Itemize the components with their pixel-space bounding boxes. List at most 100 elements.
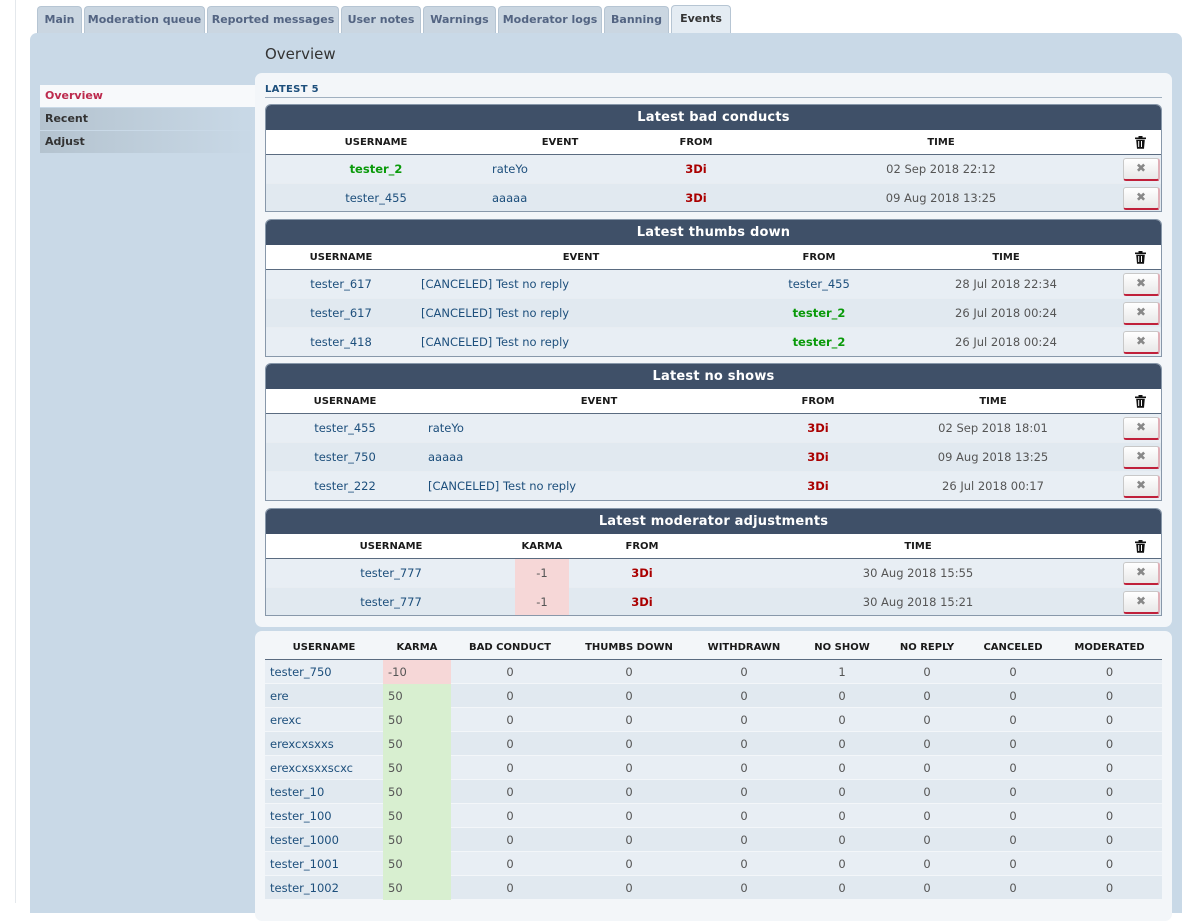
from-link[interactable]: 3Di bbox=[582, 588, 702, 615]
bad-conduct-count: 0 bbox=[506, 689, 514, 703]
username-link[interactable]: erexcxsxxs bbox=[270, 732, 334, 756]
event-link[interactable]: rateYo bbox=[428, 414, 464, 443]
withdrawn-count: 0 bbox=[740, 713, 748, 727]
username-link[interactable]: tester_10 bbox=[270, 780, 324, 804]
delete-button[interactable]: ✖ bbox=[1123, 591, 1160, 614]
col-no-show: NO SHOW bbox=[814, 642, 870, 653]
delete-button[interactable]: ✖ bbox=[1123, 187, 1160, 210]
canceled-count: 0 bbox=[1009, 689, 1017, 703]
username-link[interactable]: tester_418 bbox=[281, 328, 401, 356]
delete-button[interactable]: ✖ bbox=[1123, 446, 1160, 469]
event-link[interactable]: aaaaa bbox=[428, 443, 463, 472]
no-show-count: 0 bbox=[838, 689, 846, 703]
username-link[interactable]: tester_100 bbox=[270, 804, 332, 828]
event-link[interactable]: aaaaa bbox=[492, 184, 527, 211]
bad-conduct-count: 0 bbox=[506, 833, 514, 847]
event-link[interactable]: [CANCELED] Test no reply bbox=[421, 270, 569, 299]
username-link[interactable]: tester_777 bbox=[331, 559, 451, 588]
username-link[interactable]: erexcxsxxscxc bbox=[270, 756, 353, 780]
section-title: Latest bad conducts bbox=[266, 105, 1161, 130]
username-link[interactable]: tester_455 bbox=[285, 414, 405, 443]
username-link[interactable]: tester_777 bbox=[331, 588, 451, 615]
trash-icon[interactable] bbox=[1135, 136, 1146, 149]
bad-conduct-count: 0 bbox=[506, 713, 514, 727]
no-reply-count: 0 bbox=[923, 737, 931, 751]
from-link[interactable]: 3Di bbox=[582, 559, 702, 588]
tab-moderator-logs[interactable]: Moderator logs bbox=[498, 6, 602, 33]
trash-icon[interactable] bbox=[1135, 395, 1146, 408]
delete-button[interactable]: ✖ bbox=[1123, 158, 1160, 181]
no-show-count: 0 bbox=[838, 833, 846, 847]
from-link[interactable]: 3Di bbox=[636, 184, 756, 211]
delete-button[interactable]: ✖ bbox=[1123, 331, 1160, 354]
karma-table-body: tester_750 -10 0 0 0 1 0 0 0 ere 50 0 0 0 0 0 0 0 erexc 50 0… bbox=[265, 660, 1162, 900]
from-link[interactable]: 3Di bbox=[636, 155, 756, 184]
side-item-overview[interactable]: Overview bbox=[40, 85, 255, 107]
delete-button[interactable]: ✖ bbox=[1123, 475, 1160, 498]
username-link[interactable]: tester_617 bbox=[281, 299, 401, 328]
karma-value: -1 bbox=[515, 559, 569, 588]
tab-reported-messages[interactable]: Reported messages bbox=[207, 6, 339, 33]
from-link[interactable]: 3Di bbox=[758, 472, 878, 500]
col-time: TIME bbox=[927, 137, 955, 148]
thumbs-down-count: 0 bbox=[625, 857, 633, 871]
username-link[interactable]: tester_750 bbox=[285, 443, 405, 472]
col-moderated: MODERATED bbox=[1074, 642, 1145, 653]
username-link[interactable]: tester_455 bbox=[316, 184, 436, 211]
delete-button[interactable]: ✖ bbox=[1123, 562, 1160, 585]
tab-banning[interactable]: Banning bbox=[604, 6, 669, 33]
from-link[interactable]: tester_2 bbox=[759, 328, 879, 356]
col-karma: KARMA bbox=[396, 642, 438, 653]
side-item-adjust[interactable]: Adjust bbox=[40, 131, 255, 153]
from-link[interactable]: tester_2 bbox=[759, 299, 879, 328]
username-link[interactable]: tester_617 bbox=[281, 270, 401, 299]
tab-warnings[interactable]: Warnings bbox=[423, 6, 496, 33]
no-reply-count: 0 bbox=[923, 761, 931, 775]
moderated-count: 0 bbox=[1105, 689, 1114, 703]
withdrawn-count: 0 bbox=[740, 857, 748, 871]
event-link[interactable]: [CANCELED] Test no reply bbox=[428, 472, 576, 500]
username-link[interactable]: tester_1001 bbox=[270, 852, 339, 876]
username-link[interactable]: tester_750 bbox=[270, 660, 332, 684]
username-link[interactable]: tester_1002 bbox=[270, 876, 339, 900]
event-link[interactable]: [CANCELED] Test no reply bbox=[421, 299, 569, 328]
karma-value: -10 bbox=[383, 660, 451, 684]
username-link[interactable]: erexc bbox=[270, 708, 301, 732]
username-link[interactable]: tester_222 bbox=[285, 472, 405, 500]
delete-button[interactable]: ✖ bbox=[1123, 273, 1160, 296]
table-row: tester_617 [CANCELED] Test no reply test… bbox=[266, 299, 1161, 328]
no-reply-count: 0 bbox=[923, 881, 931, 895]
delete-button[interactable]: ✖ bbox=[1123, 417, 1160, 440]
from-link[interactable]: 3Di bbox=[758, 414, 878, 443]
col-canceled: CANCELED bbox=[983, 642, 1043, 653]
no-show-count: 1 bbox=[838, 665, 846, 679]
from-link[interactable]: 3Di bbox=[758, 443, 878, 472]
side-item-recent[interactable]: Recent bbox=[40, 108, 255, 130]
karma-value: 50 bbox=[383, 708, 451, 732]
username-link[interactable]: tester_1000 bbox=[270, 828, 339, 852]
canceled-count: 0 bbox=[1009, 761, 1017, 775]
karma-table-header: USERNAME KARMA BAD CONDUCT THUMBS DOWN W… bbox=[265, 636, 1162, 660]
tab-events[interactable]: Events bbox=[671, 5, 731, 33]
username-link[interactable]: tester_2 bbox=[316, 155, 436, 184]
delete-button[interactable]: ✖ bbox=[1123, 302, 1160, 325]
tab-user-notes[interactable]: User notes bbox=[341, 6, 421, 33]
tab-main[interactable]: Main bbox=[37, 6, 82, 33]
moderated-count: 0 bbox=[1105, 785, 1114, 799]
username-link[interactable]: ere bbox=[270, 684, 289, 708]
trash-icon[interactable] bbox=[1135, 540, 1146, 553]
table-row: erexcxsxxscxc 50 0 0 0 0 0 0 0 bbox=[265, 756, 1162, 780]
karma-value: -1 bbox=[515, 588, 569, 615]
table-row: tester_222 [CANCELED] Test no reply 3Di … bbox=[266, 472, 1161, 500]
trash-icon[interactable] bbox=[1135, 251, 1146, 264]
bad-conduct-count: 0 bbox=[506, 761, 514, 775]
withdrawn-count: 0 bbox=[740, 761, 748, 775]
no-reply-count: 0 bbox=[923, 857, 931, 871]
from-link[interactable]: tester_455 bbox=[759, 270, 879, 299]
event-link[interactable]: rateYo bbox=[492, 155, 528, 184]
tab-moderation-queue[interactable]: Moderation queue bbox=[84, 6, 205, 33]
thumbs-down-count: 0 bbox=[625, 665, 633, 679]
no-reply-count: 0 bbox=[923, 713, 931, 727]
withdrawn-count: 0 bbox=[740, 737, 748, 751]
event-link[interactable]: [CANCELED] Test no reply bbox=[421, 328, 569, 356]
